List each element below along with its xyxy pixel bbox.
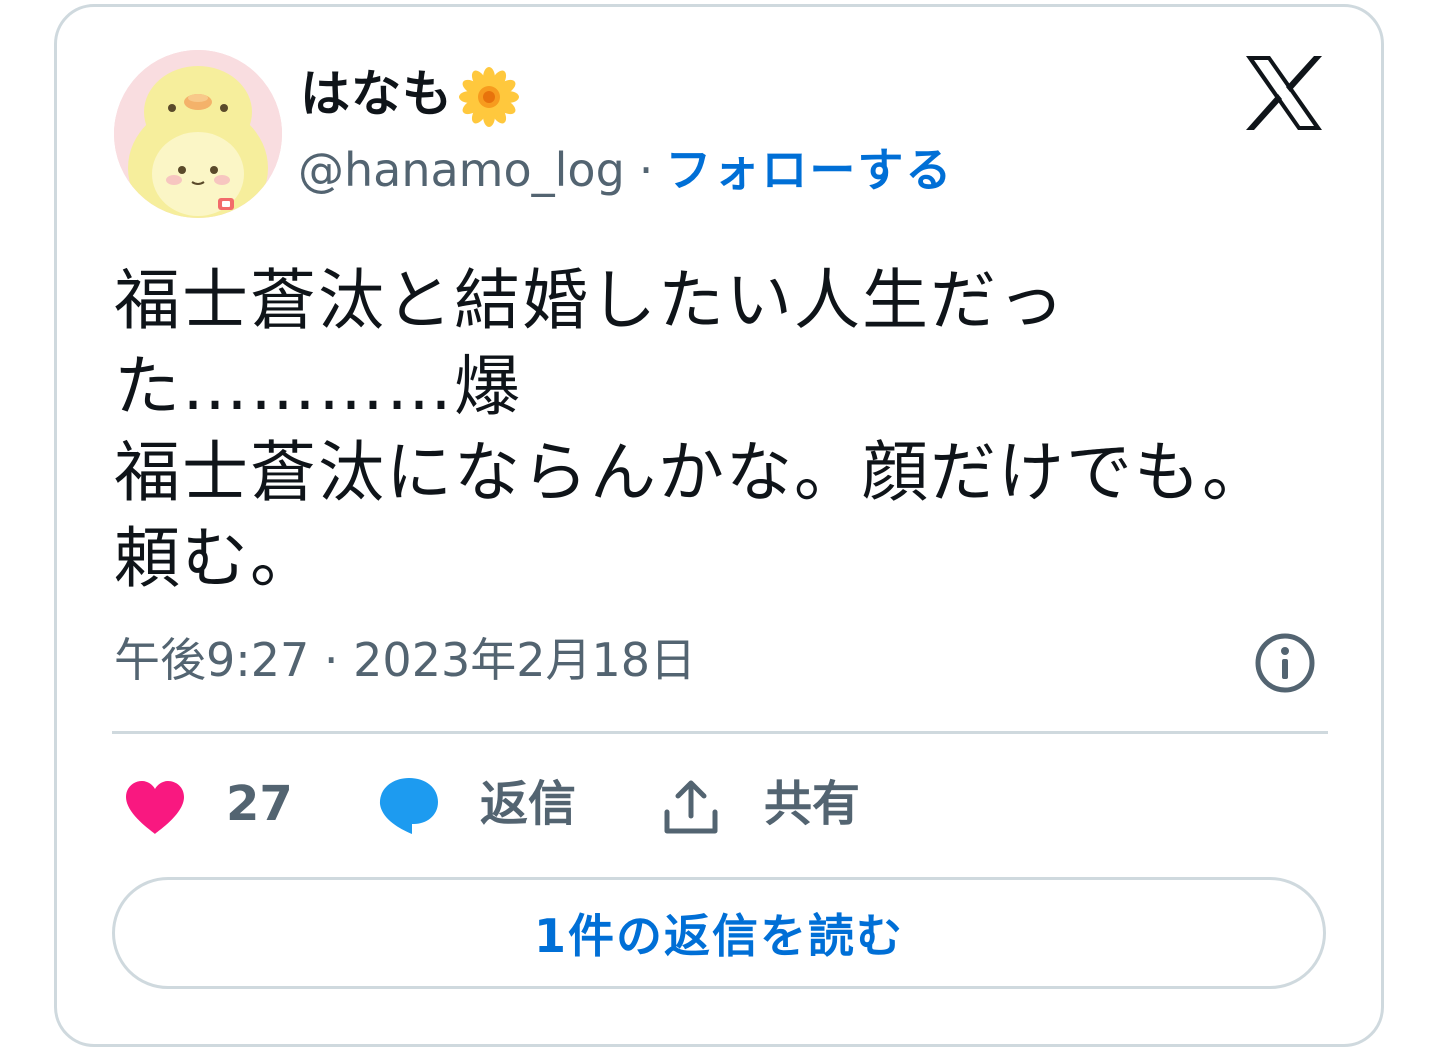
flower-icon [459,67,519,127]
tweet-timestamp[interactable]: 午後9:27 · 2023年2月18日 [114,630,696,690]
avatar[interactable] [114,50,282,218]
share-button[interactable]: 共有 [764,774,860,834]
heart-icon[interactable] [124,780,186,836]
read-replies-label: 1件の返信を読む [533,909,904,963]
follow-button[interactable]: フォローする [665,143,953,197]
tweet-text-line: 福士蒼汰と結婚したい人生だっ [114,262,1066,339]
info-icon[interactable] [1254,632,1316,694]
divider [112,731,1328,734]
read-replies-button[interactable]: 1件の返信を読む [112,877,1326,989]
handle-row: @hanamo_log · フォローする [298,140,953,200]
like-count[interactable]: 27 [226,774,293,834]
user-handle[interactable]: @hanamo_log [298,143,625,197]
tweet-text-line: 福士蒼汰にならんかな。顔だけでも。 [114,434,1270,511]
reply-bubble-icon[interactable] [378,776,440,836]
share-icon[interactable] [662,778,720,836]
chick-avatar-icon [114,50,282,218]
reply-button[interactable]: 返信 [480,774,576,834]
tweet-text-line: た…………爆 [114,348,522,425]
tweet-text-line: 頼む。 [114,520,318,597]
display-name[interactable]: はなも [300,62,453,126]
tweet-text: 福士蒼汰と結婚したい人生だっ た…………爆 福士蒼汰にならんかな。顔だけでも。 … [114,258,1314,602]
separator-dot: · [638,143,654,197]
x-logo-icon[interactable] [1244,56,1324,130]
